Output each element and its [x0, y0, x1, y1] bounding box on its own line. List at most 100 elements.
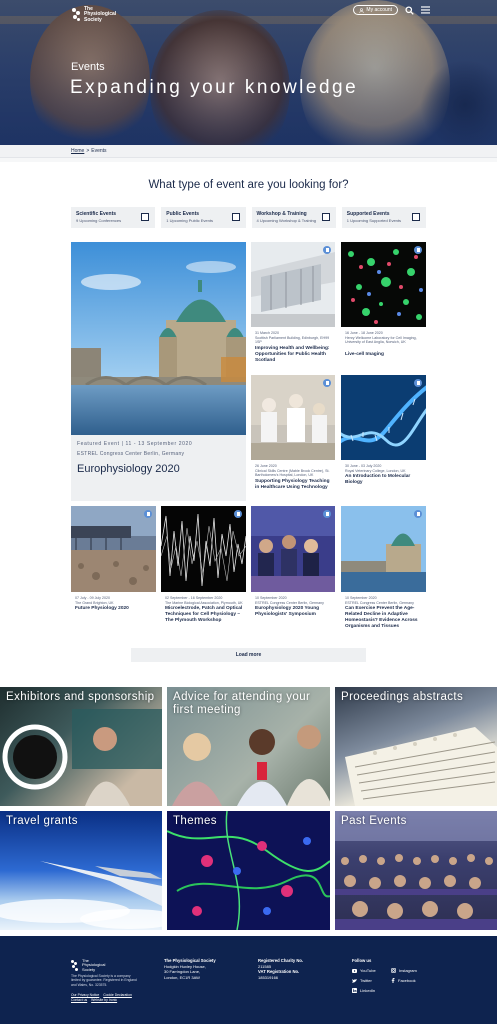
user-icon [359, 7, 365, 13]
address-line: Hodgkin Huxley House, [164, 963, 206, 969]
event-card-image [161, 506, 246, 592]
divider [0, 158, 497, 162]
footer-logo-text: The Physiological Society [82, 958, 106, 972]
search-icon[interactable] [405, 5, 414, 15]
breadcrumb-home-link[interactable]: Home [71, 148, 84, 154]
bookmark-icon[interactable] [144, 510, 152, 518]
address-line: 30 Farringdon Lane, [164, 969, 201, 974]
load-more-button[interactable]: Load more [131, 648, 366, 662]
event-card-image [341, 242, 426, 327]
filter-public-events[interactable]: Public Events 1 Upcoming Public Events [161, 207, 246, 228]
event-type-heading: What type of event are you looking for? [148, 179, 349, 191]
featured-event-title[interactable]: Europhysiology 2020 [77, 463, 180, 475]
filter-count: 4 Upcoming Workshop & Training [256, 218, 317, 223]
breadcrumb: Home > Events [0, 145, 497, 158]
footer-address: The Physiological Society Hodgkin Huxley… [164, 958, 216, 980]
logo-text: The Physiological Society [84, 5, 117, 23]
tile-label: Advice for attending your first meeting [173, 691, 311, 716]
charity-title: Registered Charity No. [258, 958, 304, 963]
filter-checkbox[interactable] [321, 213, 330, 221]
instagram-icon [391, 968, 396, 973]
tile-label: Exhibitors and sponsorship [6, 691, 155, 703]
filter-checkbox[interactable] [412, 213, 420, 221]
social-youtube-link[interactable]: YouTube [352, 968, 376, 973]
facebook-icon [391, 978, 395, 983]
event-venue: ESTREL Congress Center Berlin, Germany [255, 600, 324, 605]
filter-supported-events[interactable]: Supported Events 1 Upcoming Supported Ev… [341, 207, 426, 228]
event-card[interactable]: 16 June - 18 June 2020 Henry Wellcome La… [341, 242, 426, 370]
filter-checkbox[interactable] [141, 213, 150, 221]
event-title[interactable]: Improving Health and Wellbeing: Opportun… [255, 346, 332, 364]
social-facebook-link[interactable]: Facebook [391, 978, 416, 983]
footer-registration: Registered Charity No. 211585 VAT Regist… [258, 958, 303, 980]
twitter-icon [352, 978, 357, 983]
event-title[interactable]: Can Exercise Prevent the Age-Related Dec… [345, 606, 423, 630]
cookie-declaration-link[interactable]: Cookie Declaration [103, 993, 132, 997]
tile-label: Travel grants [6, 815, 78, 827]
event-venue: The Marine Biological Association, Plymo… [165, 600, 243, 605]
filter-title: Workshop & Training [256, 211, 307, 217]
featured-event-card[interactable]: Featured Event | 11 - 13 September 2020 … [71, 242, 246, 501]
filter-checkbox[interactable] [231, 213, 240, 221]
bookmark-icon[interactable] [414, 379, 422, 387]
event-card[interactable]: 07 July - 09 July 2020 The Grand Brighto… [71, 506, 156, 641]
linkedin-icon [352, 988, 357, 993]
event-card[interactable]: 30 June - 03 July 2020 Royal Veterinary … [341, 375, 426, 503]
tile-advice-first-meeting[interactable]: Advice for attending your first meeting [167, 687, 330, 806]
bookmark-icon[interactable] [323, 510, 331, 518]
bookmark-icon[interactable] [234, 510, 242, 518]
tile-exhibitors-sponsorship[interactable]: Exhibitors and sponsorship [0, 687, 162, 806]
social-twitter-link[interactable]: Twitter [352, 978, 372, 983]
filter-workshop-training[interactable]: Workshop & Training 4 Upcoming Workshop … [251, 207, 336, 228]
my-account-button[interactable]: My account [353, 5, 398, 15]
logo-mark-icon [71, 960, 79, 972]
tile-travel-grants[interactable]: Travel grants [0, 811, 162, 930]
tile-themes[interactable]: Themes [167, 811, 330, 930]
filter-title: Public Events [166, 211, 200, 217]
event-card[interactable]: 10 September 2020 ESTREL Congress Center… [251, 506, 335, 641]
tile-past-events[interactable]: Past Events [335, 811, 497, 930]
breadcrumb-current: Events [91, 148, 107, 154]
bookmark-icon[interactable] [414, 246, 422, 254]
social-linkedin-link[interactable]: LinkedIn [352, 988, 375, 993]
contact-us-link[interactable]: Contact us [71, 998, 87, 1002]
charity-number: 211585 [258, 963, 272, 969]
bookmark-icon[interactable] [323, 246, 331, 254]
event-venue: Scottish Parliament Building, Edinburgh,… [255, 335, 330, 344]
featured-event-image [71, 242, 246, 435]
tile-proceedings-abstracts[interactable]: Proceedings abstracts [335, 687, 497, 806]
logo-mark-icon [72, 8, 81, 22]
event-venue: The Grand Brighton, UK [75, 600, 114, 605]
filter-title: Supported Events [346, 211, 390, 217]
filter-scientific-events[interactable]: Scientific Events 9 Upcoming Conferences [71, 207, 156, 228]
event-card[interactable]: 26 June 2020 Clinical Skills Centre (Mab… [251, 375, 335, 503]
event-title[interactable]: Live-cell Imaging [345, 352, 423, 358]
bookmark-icon[interactable] [414, 510, 422, 518]
event-title[interactable]: Future Physiology 2020 [75, 606, 153, 612]
website-credit-link[interactable]: Website by Ironic [91, 998, 117, 1002]
event-card-image [251, 242, 335, 327]
site-logo[interactable]: The Physiological Society [72, 6, 132, 24]
event-card-image [341, 506, 426, 592]
filter-count: 1 Upcoming Public Events [166, 218, 213, 223]
address-line: London, EC1R 3AW [164, 974, 200, 980]
menu-icon[interactable] [421, 6, 430, 14]
social-instagram-link[interactable]: Instagram [391, 968, 417, 973]
event-title[interactable]: An Introduction to Molecular Biology [345, 474, 423, 486]
event-card[interactable]: 10 September 2020 ESTREL Congress Center… [341, 506, 426, 641]
featured-event-venue: ESTREL Congress Center Berlin, Germany [77, 451, 185, 457]
event-title[interactable]: Europhysiology 2020 Young Physiologists'… [255, 606, 332, 618]
filter-count: 1 Upcoming Supported Events [346, 218, 402, 223]
event-venue: ESTREL Congress Center Berlin, Germany [345, 600, 414, 605]
event-title[interactable]: Microelectrode, Patch and Optical Techni… [165, 606, 243, 624]
event-card-image [341, 375, 426, 460]
footer-company-info: The Physiological Society is a company l… [71, 974, 137, 987]
follow-us-heading: Follow us [352, 958, 372, 963]
privacy-notice-link[interactable]: Our Privacy Notice [71, 993, 99, 997]
event-title[interactable]: Supporting Physiology Teaching in Health… [255, 479, 332, 491]
event-card[interactable]: 02 September - 16 September 2020 The Mar… [161, 506, 246, 641]
bookmark-icon[interactable] [323, 379, 331, 387]
event-card[interactable]: 31 March 2020 Scottish Parliament Buildi… [251, 242, 335, 370]
footer-logo[interactable]: The Physiological Society [71, 958, 106, 972]
event-venue: Henry Wellcome Laboratory for Cell Imagi… [345, 335, 417, 344]
